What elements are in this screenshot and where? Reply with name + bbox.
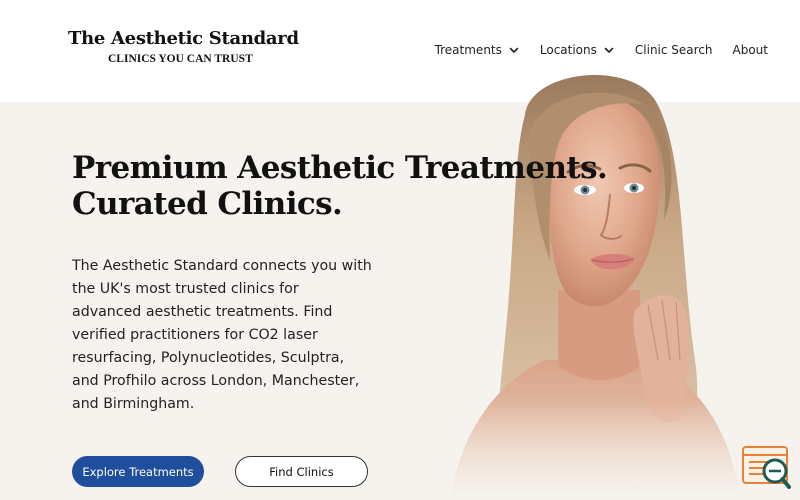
hero-title-line-1: Premium Aesthetic Treatments. xyxy=(72,150,608,186)
site-logo[interactable]: The Aesthetic Standard CLINICS YOU CAN T… xyxy=(68,28,299,65)
hero-description: The Aesthetic Standard connects you with… xyxy=(72,258,372,412)
find-clinics-button[interactable]: Find Clinics xyxy=(235,456,368,487)
nav-item-label: About xyxy=(732,43,768,57)
hero-title-line-2: Curated Clinics. xyxy=(72,186,343,222)
nav-item-about[interactable]: About xyxy=(733,43,768,57)
nav-item-label: Clinic Search xyxy=(634,43,713,57)
explore-treatments-button[interactable]: Explore Treatments xyxy=(72,456,204,487)
main-nav: Treatments Locations Clinic Search About xyxy=(435,43,768,57)
chevron-down-icon xyxy=(509,47,519,53)
chevron-down-icon xyxy=(604,47,614,53)
nav-item-treatments[interactable]: Treatments xyxy=(435,43,520,57)
nav-item-locations[interactable]: Locations xyxy=(540,43,615,57)
nav-item-label: Treatments xyxy=(434,43,502,57)
nav-item-label: Locations xyxy=(539,43,597,57)
logo-title: The Aesthetic Standard xyxy=(68,28,299,49)
nav-item-clinic-search[interactable]: Clinic Search xyxy=(635,43,713,57)
search-widget-icon[interactable] xyxy=(741,444,793,494)
page: The Aesthetic Standard CLINICS YOU CAN T… xyxy=(0,0,800,500)
hero-portrait-image xyxy=(430,74,760,500)
logo-tagline: CLINICS YOU CAN TRUST xyxy=(108,53,253,65)
hero-title: Premium Aesthetic Treatments. Curated Cl… xyxy=(72,150,608,222)
